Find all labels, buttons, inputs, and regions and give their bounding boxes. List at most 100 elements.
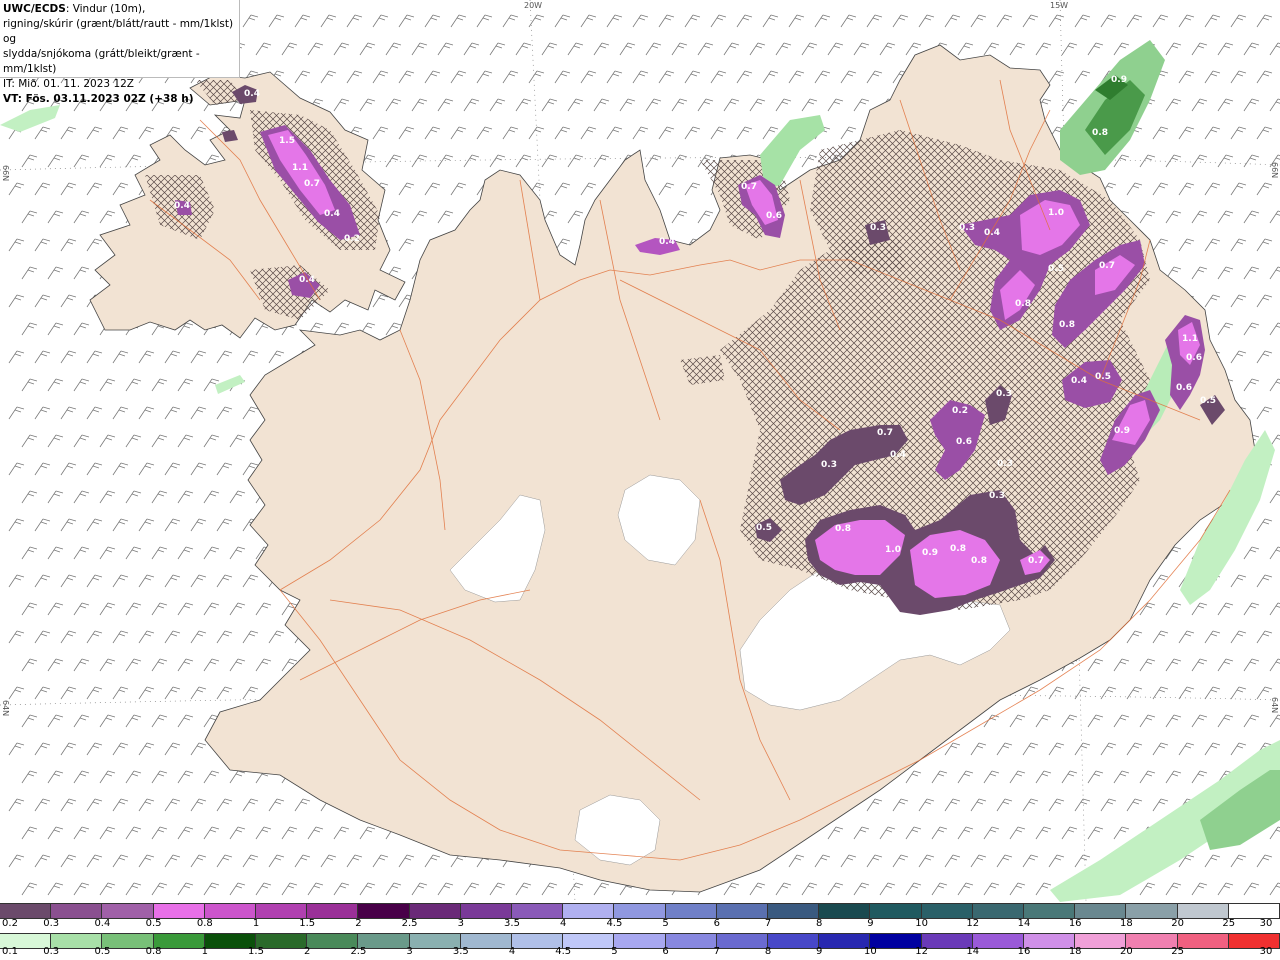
precip-value: 0.3	[989, 491, 1005, 501]
rain-legend-labels: 0.1 0.3 0.5 0.8 1 1.5 2 2.5 3 3.5 4 4.5 5 6 7 8 9 10 12 14 1…	[0, 946, 1280, 960]
legend-label: 3.5	[452, 946, 469, 957]
legend-label: 4	[508, 946, 516, 957]
legend-label: 0.5	[94, 946, 111, 957]
legend-label: 20	[1120, 946, 1133, 957]
legend-label: 0.3	[43, 918, 60, 929]
legend-label: 30	[1259, 918, 1273, 929]
precip-value: 0.6	[1176, 383, 1192, 393]
legend-swatch	[716, 904, 769, 918]
valid-time: VT: Fös. 03.11.2023 02Z (+38 h)	[3, 93, 194, 105]
precip-value: 0.8	[950, 544, 966, 554]
legend-label: 2	[355, 918, 362, 929]
precip-value: 1.1	[292, 163, 308, 173]
legend-label: 30	[1259, 946, 1273, 957]
info-box: UWC/ECDS: Vindur (10m), rigning/skúrir (…	[0, 0, 240, 105]
precip-value: 0.2	[952, 406, 968, 416]
legend-label: 16	[1068, 918, 1082, 929]
legend-label: 0.3	[43, 946, 60, 957]
legend-label: 4.5	[555, 946, 572, 957]
lat-label-64n-right: 64N	[1270, 697, 1279, 714]
legend-label: 0.8	[145, 946, 162, 957]
legend-label: 12	[966, 918, 980, 929]
legend-swatch	[1228, 904, 1280, 918]
lat-label-66n-right: 66N	[1270, 162, 1279, 179]
legend-swatch	[102, 904, 154, 918]
precip-value: 0.4	[174, 201, 190, 211]
legend-label: 5	[662, 918, 669, 929]
legend-label: 14	[966, 946, 980, 957]
precip-value: 0.3	[996, 389, 1012, 399]
legend-swatch	[614, 904, 666, 918]
weather-map: 0.4 1.5 1.1 0.7 0.4 0.4 0.2 0.4 0.4 0.7 0.6 0.9 0.8 0…	[0, 0, 1280, 902]
legend-label: 1	[252, 918, 260, 929]
legend-label: 9	[816, 946, 823, 957]
legend-swatch	[921, 904, 973, 918]
precip-value: 0.4	[324, 209, 340, 219]
precip-value: 0.8	[971, 556, 987, 566]
info-line-2: rigning/skúrir (grænt/blátt/rautt - mm/1…	[3, 18, 234, 45]
legend-label: 10	[864, 946, 877, 957]
precip-value: 0.4	[984, 228, 1000, 238]
model-name: UWC/ECDS	[3, 3, 66, 15]
legend-label: 2	[304, 946, 311, 957]
legend-label: 6	[662, 946, 669, 957]
legend-swatch	[358, 904, 410, 918]
legend-label: 3	[457, 918, 464, 929]
precip-value: 1.5	[279, 136, 295, 146]
precip-value: 0.3	[959, 223, 975, 233]
legend-label: 6	[713, 918, 720, 929]
precip-value: 0.2	[344, 234, 360, 244]
lon-label-20w: 20W	[524, 1, 543, 10]
legend-label: 20	[1171, 918, 1184, 929]
info-line-5: VT: Fös. 03.11.2023 02Z (+38 h)	[3, 92, 236, 107]
legend-swatch	[819, 904, 871, 918]
precip-value: 0.5	[756, 523, 772, 533]
precip-value: 0.4	[244, 89, 260, 99]
snow-legend-labels: 0.2 0.3 0.4 0.5 0.8 1 1.5 2 2.5 3 3.5 4 4.5 5 6 7 8 9 10 12…	[0, 918, 1280, 932]
legend-label: 14	[1017, 918, 1031, 929]
legend-label: 3	[406, 946, 413, 957]
legend-swatch	[1177, 904, 1229, 918]
legend-label: 0.1	[2, 946, 18, 957]
legend-swatch	[768, 904, 820, 918]
legend-label: 12	[915, 946, 928, 957]
lon-label-15w: 15W	[1050, 1, 1069, 10]
legend-swatch	[1126, 904, 1178, 918]
info-line-3: slydda/snjókoma (grátt/bleikt/grænt - mm…	[3, 48, 200, 75]
precip-value: 0.4	[890, 450, 906, 460]
precip-value: 0.5	[1095, 372, 1111, 382]
precip-value: 0.8	[1015, 299, 1031, 309]
precip-value: 1.0	[885, 545, 901, 555]
legend-label: 4	[560, 918, 567, 929]
precip-value: 1.0	[1048, 208, 1064, 218]
precip-value: 0.3	[821, 460, 837, 470]
precip-value: 0.7	[877, 428, 893, 438]
lat-label-66n-left: 66N	[1, 165, 10, 182]
legend-label: 1.5	[248, 946, 264, 957]
legend-swatch	[256, 904, 308, 918]
legend-label: 0.4	[94, 918, 111, 929]
legend-swatch	[870, 904, 922, 918]
legend-label: 9	[867, 918, 874, 929]
precip-value: 0.6	[956, 437, 972, 447]
legend-swatch	[409, 904, 461, 918]
legend-label: 2.5	[401, 918, 418, 929]
precip-value: 0.3	[870, 223, 886, 233]
precip-value: 0.7	[741, 182, 757, 192]
legend-label: 16	[1017, 946, 1031, 957]
legend-label: 4.5	[606, 918, 623, 929]
legend-swatch	[972, 904, 1025, 918]
precip-value: 0.8	[1059, 320, 1075, 330]
info-line-4: IT: Mið. 01. 11. 2023 12Z	[3, 78, 134, 90]
legend-swatch	[1024, 904, 1076, 918]
precip-value: 0.5	[1048, 264, 1064, 274]
precip-value: 0.9	[922, 548, 938, 558]
legend-label: 3.5	[504, 918, 520, 929]
precip-value: 0.7	[1028, 556, 1044, 566]
legend-swatch	[0, 904, 52, 918]
precip-value: 0.8	[1092, 128, 1108, 138]
legend-swatch	[563, 904, 615, 918]
legend-swatch	[665, 904, 717, 918]
lat-label-64n-left: 64N	[1, 700, 10, 717]
legend-label: 5	[611, 946, 618, 957]
